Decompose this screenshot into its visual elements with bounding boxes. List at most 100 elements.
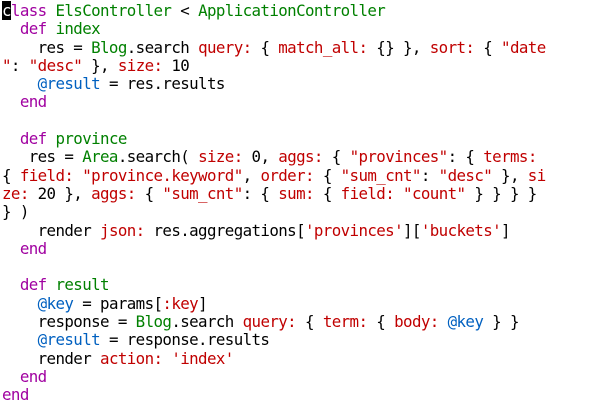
code-token-symbol: size: [198, 147, 243, 167]
code-line: end [2, 386, 600, 403]
code-token-symbol: "desc" [438, 165, 493, 185]
code-token-plain: { [135, 183, 163, 203]
code-line: def index [2, 20, 600, 38]
code-line: class ElsController < ApplicationControl… [2, 1, 600, 20]
code-token-symbol: terms: [483, 147, 537, 167]
code-token-constant: Area [82, 147, 118, 167]
code-token-plain: 20 }, [28, 183, 92, 203]
code-token-symbol: size: [117, 55, 163, 75]
code-token-plain: , [242, 165, 261, 185]
code-token-symbol: aggs: [278, 147, 323, 167]
code-token-constant: province [55, 129, 127, 149]
code-token-plain: 10 [162, 55, 190, 75]
code-token-plain: { [296, 312, 323, 332]
code-line: res = Blog.search query: { match_all: {}… [2, 37, 600, 57]
code-token-plain: response = [2, 312, 136, 332]
code-token-plain: { [251, 37, 279, 57]
code-token-symbol: "sum_cnt" [340, 165, 422, 185]
code-token-keyword: end [19, 238, 47, 258]
code-token-plain: render [2, 348, 101, 368]
code-token-symbol: 'provinces' [304, 220, 404, 240]
code-token-plain: .search( [117, 147, 199, 167]
code-token-symbol: aggs: [91, 183, 136, 203]
code-token-plain: {} }, [367, 37, 430, 57]
code-line: def result [2, 276, 600, 294]
code-token-constant: Blog [91, 37, 127, 57]
code-line: @result = res.results [2, 75, 600, 93]
code-token-plain: = params[ [73, 293, 163, 313]
code-token-symbol: query: [198, 37, 252, 57]
code-token-symbol: json: [100, 220, 145, 240]
code-line: res = Area.search( size: 0, aggs: { "pro… [2, 148, 600, 166]
code-token-keyword: def [19, 129, 47, 149]
code-token-instance-var: @key [37, 293, 74, 313]
code-line: response = Blog.search query: { term: { … [2, 312, 600, 332]
code-token-instance-var: @result [37, 74, 101, 94]
code-line: end [2, 367, 600, 386]
code-token-symbol: 'index' [171, 348, 234, 368]
code-token-plain: } ) [2, 202, 29, 222]
code-token-plain: { [313, 183, 341, 203]
code-token-plain: .search [126, 37, 199, 57]
code-line: end [2, 238, 600, 258]
code-line: def province [2, 129, 600, 149]
code-token-constant: Blog [135, 312, 172, 332]
code-token-instance-var: @result [37, 330, 101, 350]
code-token-plain: res.aggregations[ [144, 220, 306, 240]
code-token-symbol: action: [100, 348, 163, 368]
code-token-constant: ApplicationController [198, 1, 386, 20]
code-token-plain: = res.results [100, 74, 225, 94]
code-token-plain: { [367, 312, 395, 332]
code-token-plain: } } } } [465, 183, 537, 203]
code-token-symbol: "count" [403, 183, 466, 203]
code-token-symbol: 'buckets' [420, 220, 502, 240]
code-token-symbol: order: [260, 165, 314, 185]
code-token-symbol: body: [394, 312, 439, 332]
code-line: @key = params[:key] [2, 293, 600, 313]
code-token-keyword: lass [10, 1, 56, 20]
code-token-symbol: field: [19, 165, 74, 185]
code-token-plain: = response.results [100, 330, 270, 350]
code-token-symbol: field: [340, 183, 395, 203]
code-token-plain: ] [501, 220, 511, 240]
code-token-plain: }, [82, 55, 118, 75]
code-token-symbol: "date [501, 37, 546, 57]
code-editor[interactable]: class ElsController < ApplicationControl… [0, 0, 600, 403]
code-token-constant: ElsController [55, 1, 172, 20]
code-token-symbol: term: [322, 312, 368, 332]
code-token-symbol: "desc" [28, 55, 83, 75]
code-token-symbol: sort: [429, 37, 475, 57]
code-token-plain: : [420, 165, 439, 185]
code-token-plain: { [474, 37, 502, 57]
code-token-plain: { [322, 147, 350, 167]
code-token-plain: .search [171, 312, 243, 332]
code-token-symbol: sum: [278, 183, 314, 203]
code-line: { field: "province.keyword", order: { "s… [2, 165, 600, 185]
code-token-symbol: "provinces" [349, 147, 449, 167]
code-token-symbol: :key [162, 293, 199, 313]
code-line: end [2, 93, 600, 111]
code-token-keyword: end [2, 385, 29, 403]
code-token-plain: res = [2, 37, 92, 57]
code-token-plain: 0, [242, 147, 279, 167]
code-line: render action: 'index' [2, 348, 600, 368]
code-token-symbol: match_all: [278, 37, 368, 57]
code-token-plain: ] [198, 293, 208, 313]
code-token-plain: ][ [403, 220, 421, 240]
code-token-symbol: ze: [2, 183, 29, 203]
text-cursor: c [2, 1, 12, 20]
code-token-keyword: def [19, 275, 47, 295]
code-token-symbol: query: [242, 312, 297, 332]
code-token-symbol: "sum_cnt" [162, 183, 243, 203]
code-token-plain: < [171, 1, 199, 20]
